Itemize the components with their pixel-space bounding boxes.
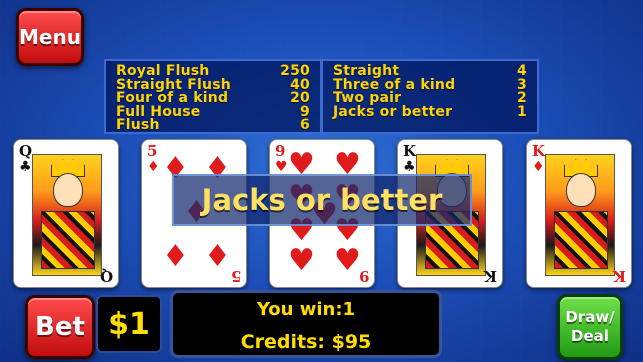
face-robe	[554, 211, 608, 269]
paytable-row: Jacks or better 1	[333, 103, 527, 120]
card-rank-bottom: K	[612, 267, 626, 285]
club-icon: ♣	[19, 159, 32, 175]
win-amount: You win:1	[256, 299, 356, 320]
menu-button[interactable]: Menu	[16, 8, 84, 66]
card-rank: K	[403, 142, 417, 160]
status-panel: You win:1 Credits: $95	[170, 290, 442, 358]
card-5[interactable]: K ♦ K	[526, 139, 632, 288]
deal-label: Deal	[571, 327, 609, 345]
draw-deal-button[interactable]: Draw/ Deal	[557, 294, 623, 360]
bet-button[interactable]: Bet	[25, 295, 95, 359]
hand-result-banner: Jacks or better	[172, 174, 472, 226]
heart-icon: ♥	[275, 159, 288, 175]
card-rank-bottom: K	[483, 267, 497, 285]
queen-face-art	[32, 154, 102, 276]
heart-icon: ♥	[334, 243, 361, 278]
card-rank: 5	[147, 142, 158, 160]
diamond-icon: ♦	[532, 159, 545, 175]
diamond-icon: ♦	[147, 159, 160, 175]
credits-balance: Credits: $95	[240, 331, 372, 353]
card-1[interactable]: Q ♣ Q	[13, 139, 119, 288]
king-face-art	[545, 154, 615, 276]
diamond-icon: ♦	[162, 239, 189, 274]
bet-amount: $1	[96, 295, 162, 353]
card-rank-bottom: 9	[358, 267, 369, 285]
card-rank-bottom: Q	[99, 267, 113, 285]
card-rank: K	[532, 142, 546, 160]
face-head	[566, 173, 596, 207]
card-rank-bottom: 5	[230, 267, 241, 285]
diamond-icon: ♦	[204, 239, 231, 274]
card-rank: 9	[275, 142, 286, 160]
face-head	[53, 173, 83, 207]
paytable-left: Royal Flush 250 Straight Flush 40 Four of …	[104, 59, 322, 134]
card-rank: Q	[19, 142, 33, 160]
club-icon: ♣	[403, 159, 416, 175]
face-robe	[41, 211, 95, 269]
paytable-row: Flush 6	[116, 117, 310, 133]
paytable-right: Straight 4 Three of a kind 3 Two pair 2 Jac…	[321, 59, 539, 134]
draw-label: Draw/	[565, 308, 615, 326]
heart-icon: ♥	[288, 243, 315, 278]
